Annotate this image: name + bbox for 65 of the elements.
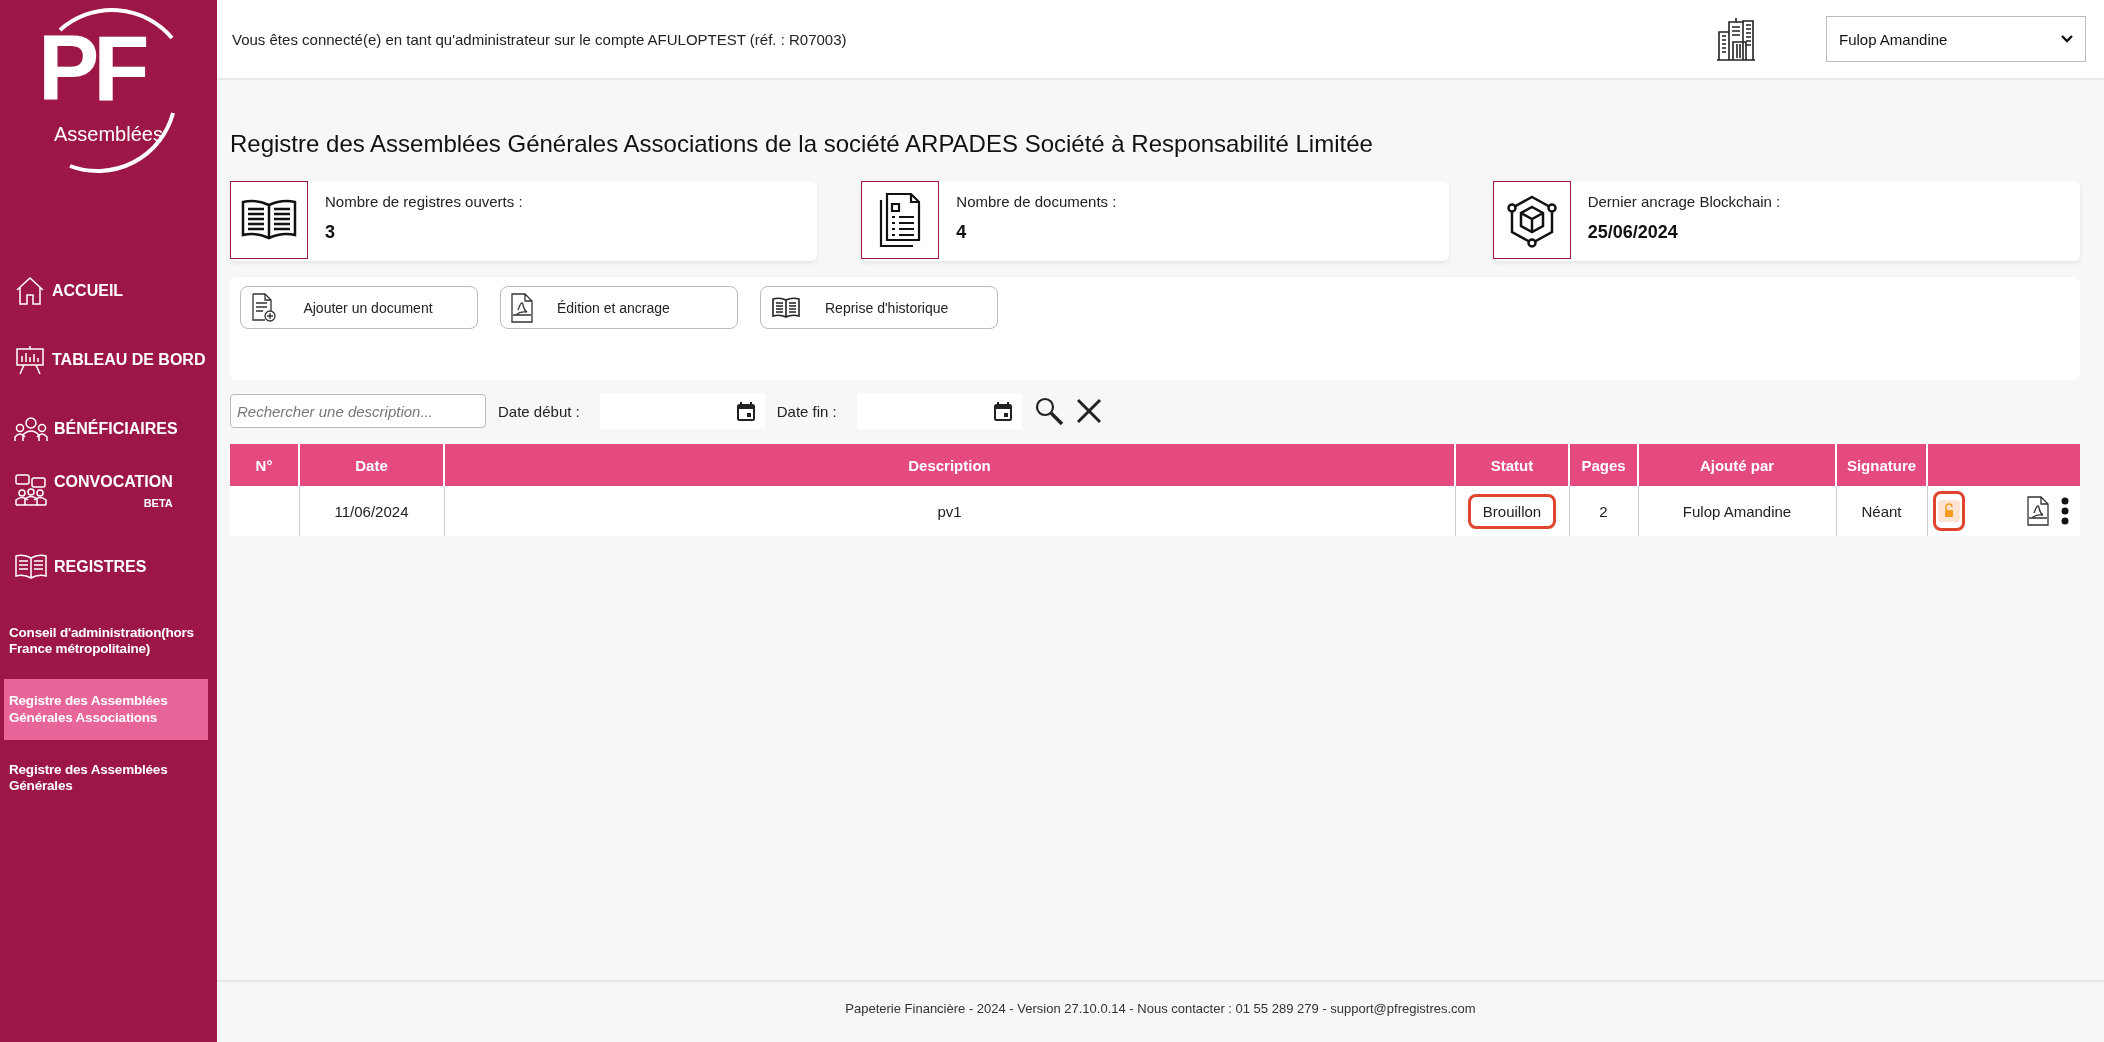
action-button[interactable]: Ajouter un document — [240, 286, 478, 329]
open-book-icon — [771, 296, 801, 319]
house-icon — [14, 275, 46, 306]
chevron-down-icon — [2061, 35, 2073, 43]
pages-cell: 2 — [1599, 502, 1608, 520]
more-options-icon[interactable] — [2061, 497, 2069, 525]
user-select[interactable]: Fulop Amandine — [1826, 16, 2086, 62]
date-cell: 11/06/2024 — [334, 502, 409, 520]
meeting-chat-icon — [14, 473, 48, 507]
nav-item[interactable]: ACCUEIL — [0, 256, 217, 325]
column-header[interactable]: N° — [230, 444, 299, 486]
open-book-icon — [240, 199, 298, 241]
pdf-file-icon — [511, 292, 533, 323]
nav-label[interactable]: BÉNÉFICIAIRES — [54, 419, 178, 438]
description-cell: pv1 — [937, 502, 962, 520]
padlock-icon — [1937, 500, 1960, 522]
stat-value: 3 — [325, 222, 336, 243]
signature-cell: Néant — [1861, 502, 1902, 520]
calendar-icon[interactable] — [993, 401, 1012, 421]
stat-label: Nombre de registres ouverts : — [325, 193, 523, 210]
start-date-label: Date début : — [498, 402, 580, 420]
nav-label[interactable]: CONVOCATION — [54, 473, 173, 491]
stat-label: Nombre de documents : — [956, 193, 1117, 210]
page-title: Registre des Assemblées Générales Associations de la société ARPADES Société à Responsabilité Limitée — [230, 130, 1374, 158]
column-header[interactable]: Signature — [1836, 444, 1927, 486]
people-group-icon — [14, 414, 48, 443]
nav-item[interactable]: TABLEAU DE BORD — [0, 325, 217, 394]
pdf-file-icon[interactable] — [2027, 496, 2049, 526]
column-header[interactable]: Date — [299, 444, 444, 486]
nav-item[interactable]: REGISTRES — [0, 532, 217, 601]
beta-label: BETA — [143, 497, 173, 509]
column-header[interactable]: Ajouté par — [1638, 444, 1836, 486]
footer-text: Papeterie Financière - 2024 - Version 27.10.0.14 - Nous contacter : 01 55 289 279 - support@pfregistres.com — [217, 980, 2104, 1034]
action-button[interactable]: Édition et ancrage — [500, 286, 738, 329]
column-header[interactable]: Statut — [1455, 444, 1569, 486]
logo-subtitle: Assemblées — [54, 123, 163, 146]
nav-item[interactable]: CONVOCATION BETA — [0, 463, 217, 532]
column-header[interactable]: Pages — [1569, 444, 1638, 486]
stat-value: 4 — [956, 222, 968, 243]
added-by-cell: Fulop Amandine — [1682, 502, 1792, 520]
open-book-icon — [14, 553, 48, 580]
document-add-icon — [251, 292, 277, 323]
nav-label[interactable]: ACCUEIL — [52, 281, 124, 300]
account-notice: Vous êtes connecté(e) en tant qu'administrateur sur le compte AFULOPTEST (réf. : R07003) — [232, 30, 848, 48]
nav-label[interactable]: REGISTRES — [54, 557, 147, 576]
logo-letters: PF — [38, 22, 144, 114]
end-date-label: Date fin : — [776, 402, 837, 420]
close-icon[interactable] — [1075, 398, 1102, 424]
unlock-button[interactable] — [1932, 491, 1965, 531]
register-link[interactable]: Conseil d'administration(hors France métropolitaine) — [4, 611, 208, 672]
presentation-board-icon — [14, 344, 46, 375]
stat-value: 25/06/2024 — [1587, 222, 1679, 243]
search-icon[interactable] — [1033, 396, 1064, 426]
status-label: Brouillon — [1467, 493, 1557, 529]
nav-label[interactable]: TABLEAU DE BORD — [52, 350, 206, 369]
column-header[interactable]: Description — [444, 444, 1455, 486]
search-field[interactable]: Rechercher une description... — [230, 394, 486, 428]
buildings-icon[interactable] — [1716, 17, 1756, 61]
stat-label: Dernier ancrage Blockchain : — [1587, 193, 1781, 210]
end-date-field[interactable] — [856, 393, 1022, 429]
nav-item[interactable]: BÉNÉFICIAIRES — [0, 394, 217, 463]
register-link[interactable]: Registre des Assemblées Générales — [4, 747, 208, 809]
start-date-field[interactable] — [599, 393, 765, 429]
action-button[interactable]: Reprise d'historique — [760, 286, 998, 329]
calendar-icon[interactable] — [736, 401, 755, 421]
